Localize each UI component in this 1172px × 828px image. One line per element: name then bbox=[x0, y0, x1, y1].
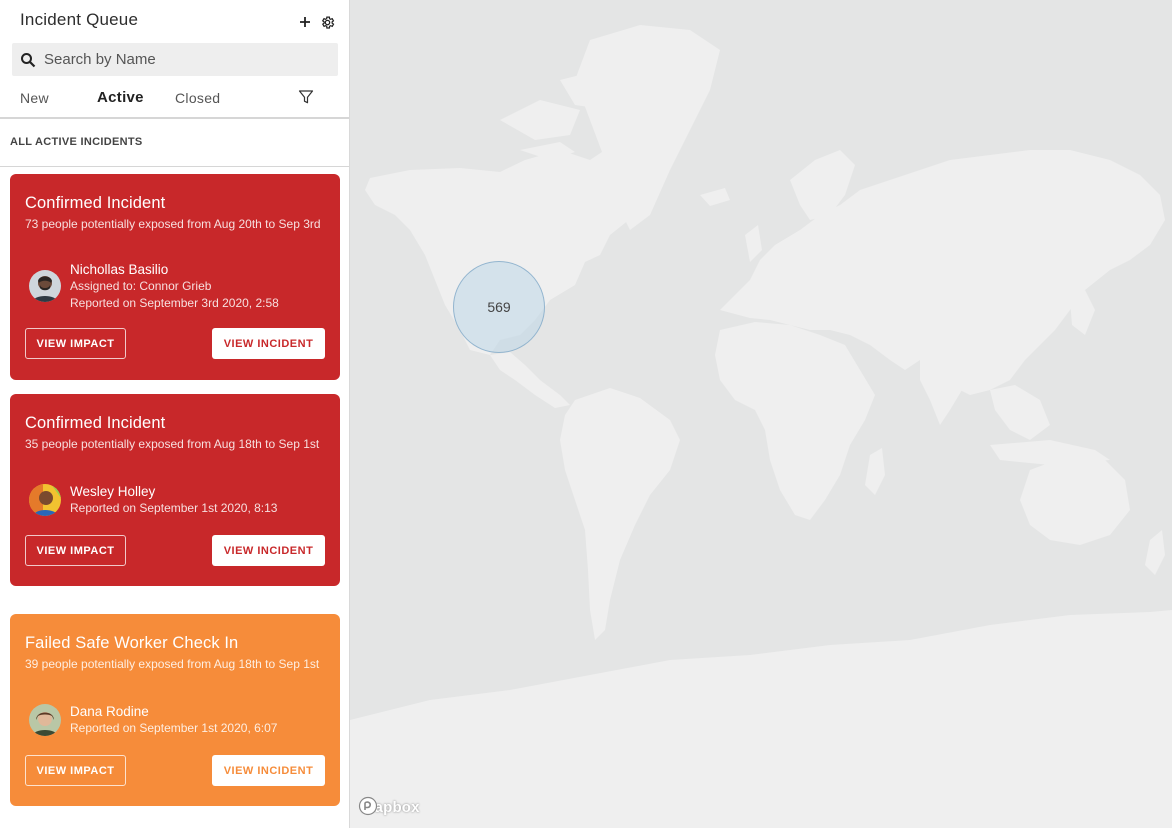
section-label: ALL ACTIVE INCIDENTS bbox=[10, 136, 143, 148]
incident-card[interactable]: Failed Safe Worker Check In 39 people po… bbox=[10, 614, 340, 806]
add-incident-button[interactable] bbox=[295, 12, 315, 32]
reported-date: Reported on September 3rd 2020, 2:58 bbox=[70, 296, 279, 310]
world-map[interactable]: 569 mapbox bbox=[350, 0, 1172, 828]
reported-date: Reported on September 1st 2020, 6:07 bbox=[70, 721, 278, 735]
assignee: Assigned to: Connor Grieb bbox=[70, 279, 212, 293]
map-land bbox=[350, 25, 1172, 828]
tab-active[interactable]: Active bbox=[97, 89, 144, 106]
incident-queue-sidebar: Incident Queue New Active Closed ALL ACT… bbox=[0, 0, 350, 828]
incident-card[interactable]: Confirmed Incident 73 people potentially… bbox=[10, 174, 340, 380]
view-impact-button[interactable]: VIEW IMPACT bbox=[25, 755, 126, 786]
reporter-info: Wesley Holley Reported on September 1st … bbox=[70, 483, 277, 517]
mapbox-logo-icon bbox=[358, 796, 378, 816]
search-icon bbox=[12, 43, 44, 76]
incident-title: Confirmed Incident bbox=[25, 414, 166, 432]
filter-icon bbox=[298, 90, 314, 104]
gear-icon bbox=[321, 15, 334, 29]
incident-card[interactable]: Confirmed Incident 35 people potentially… bbox=[10, 394, 340, 586]
incident-title: Confirmed Incident bbox=[25, 194, 166, 212]
mapbox-attribution[interactable]: mapbox bbox=[358, 796, 420, 818]
settings-button[interactable] bbox=[317, 12, 337, 32]
avatar bbox=[29, 270, 61, 302]
avatar bbox=[29, 484, 61, 516]
view-incident-button[interactable]: VIEW INCIDENT bbox=[212, 535, 325, 566]
incident-title: Failed Safe Worker Check In bbox=[25, 634, 239, 652]
incident-cluster-marker[interactable]: 569 bbox=[453, 261, 545, 353]
reporter-name: Wesley Holley bbox=[70, 484, 156, 499]
status-tabs: New Active Closed bbox=[0, 86, 349, 116]
tab-closed[interactable]: Closed bbox=[175, 90, 220, 106]
tab-new[interactable]: New bbox=[20, 90, 49, 106]
reported-date: Reported on September 1st 2020, 8:13 bbox=[70, 501, 278, 515]
view-impact-button[interactable]: VIEW IMPACT bbox=[25, 328, 126, 359]
avatar bbox=[29, 704, 61, 736]
search-box bbox=[12, 43, 338, 76]
view-incident-button[interactable]: VIEW INCIDENT bbox=[212, 328, 325, 359]
incident-description: 35 people potentially exposed from Aug 1… bbox=[25, 437, 320, 451]
plus-icon bbox=[300, 17, 310, 27]
reporter-name: Nichollas Basilio bbox=[70, 262, 169, 277]
search-input[interactable] bbox=[44, 51, 314, 68]
view-incident-button[interactable]: VIEW INCIDENT bbox=[212, 755, 325, 786]
incident-description: 39 people potentially exposed from Aug 1… bbox=[25, 657, 320, 671]
sidebar-header: Incident Queue bbox=[20, 10, 337, 34]
page-title: Incident Queue bbox=[20, 10, 139, 29]
reporter-info: Dana Rodine Reported on September 1st 20… bbox=[70, 703, 277, 737]
reporter-name: Dana Rodine bbox=[70, 704, 149, 719]
reporter-info: Nichollas Basilio Assigned to: Connor Gr… bbox=[70, 261, 279, 312]
view-impact-button[interactable]: VIEW IMPACT bbox=[25, 535, 126, 566]
incident-description: 73 people potentially exposed from Aug 2… bbox=[25, 217, 321, 231]
tabs-divider bbox=[0, 117, 349, 119]
section-divider bbox=[0, 166, 349, 167]
filter-button[interactable] bbox=[298, 89, 316, 107]
